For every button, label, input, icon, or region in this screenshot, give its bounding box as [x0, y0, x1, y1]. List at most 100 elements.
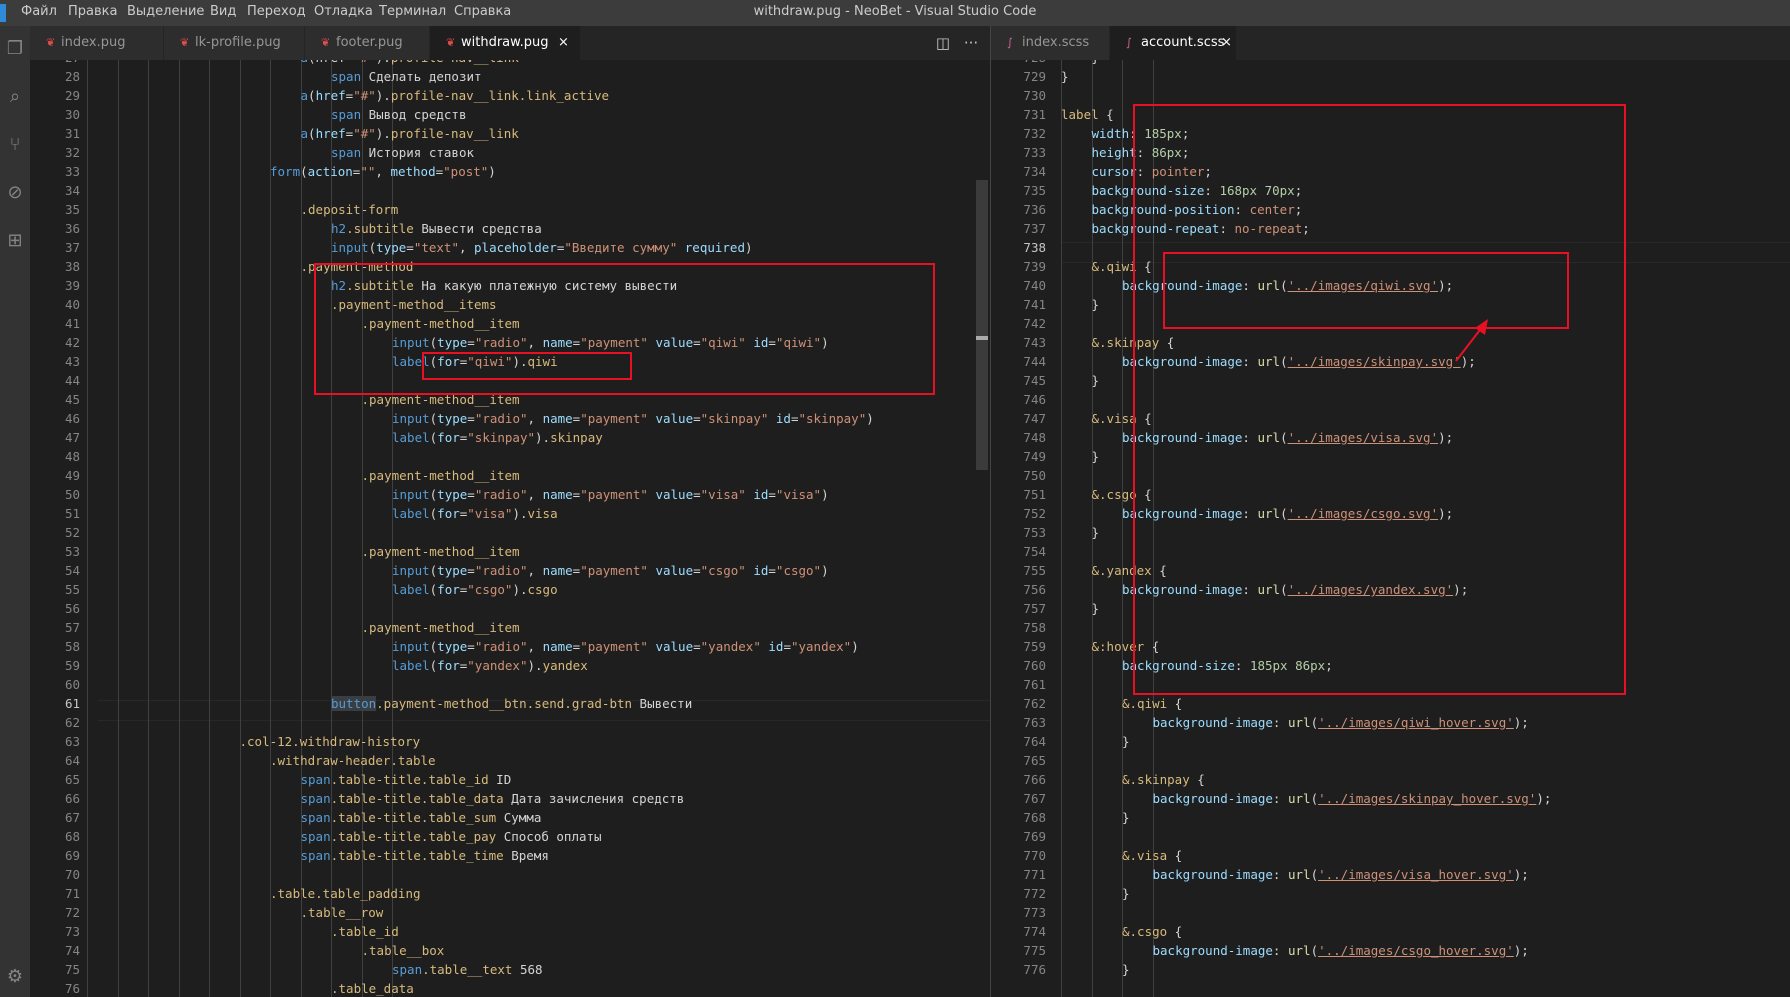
line-number: 737	[1023, 221, 1046, 236]
line-number: 771	[1023, 867, 1046, 882]
line-number-gutter: 27 28 29 30 31 32 33 34 35 36 37 38 39 40 41 42 43 44 45 46…	[30, 60, 80, 997]
code-token: )	[821, 563, 829, 578]
code-token: id	[768, 639, 784, 654]
code-token: :	[1272, 791, 1288, 806]
line-number: 738	[1023, 240, 1046, 255]
code-line: span Вывод средств	[331, 105, 466, 124]
pug-file-icon: ❦	[46, 36, 56, 49]
code-token: =	[467, 487, 475, 502]
menu-edit[interactable]: Правка	[68, 4, 117, 19]
tab-index-scss[interactable]: ∫ index.scss	[991, 26, 1109, 60]
files-icon[interactable]: ❐	[4, 38, 26, 60]
search-icon[interactable]: ⌕	[4, 86, 26, 108]
code-line: &.visa {	[1122, 846, 1182, 865]
menu-file[interactable]: Файл	[21, 4, 57, 19]
code-token: action	[307, 164, 353, 179]
code-line: }	[1092, 295, 1100, 314]
code-line: label(for="csgo").csgo	[392, 580, 558, 599]
close-icon[interactable]: ×	[558, 26, 569, 60]
line-number: 53	[64, 544, 80, 559]
menu-go[interactable]: Переход	[247, 4, 306, 19]
code-line: label(for="yandex").yandex	[392, 656, 588, 675]
code-token: .subtitle	[346, 221, 414, 236]
line-number: 756	[1023, 582, 1046, 597]
line-number: 51	[64, 506, 80, 521]
more-actions-icon[interactable]: ···	[959, 26, 983, 60]
code-token: История ставок	[361, 145, 474, 160]
code-line: input(type="radio", name="payment" value…	[392, 409, 874, 428]
tab-account-scss[interactable]: ∫ account.scss ×	[1110, 26, 1236, 60]
line-number: 48	[64, 449, 80, 464]
code-token: ).	[527, 658, 543, 673]
line-number: 760	[1023, 658, 1046, 673]
code-token: csgo	[527, 582, 558, 597]
line-number: 57	[64, 620, 80, 635]
code-token: &.csgo	[1091, 487, 1137, 502]
split-editor-icon[interactable]: ◫	[931, 26, 955, 60]
code-token: label	[392, 658, 430, 673]
code-token: Время	[503, 848, 549, 863]
code-token: "skinpay"	[798, 411, 867, 426]
code-token: }	[1122, 810, 1130, 825]
menu-view[interactable]: Вид	[210, 4, 236, 19]
code-token: {	[1167, 924, 1183, 939]
extensions-icon[interactable]: ⊞	[4, 230, 26, 252]
code-token: value	[655, 563, 694, 578]
line-number: 730	[1023, 88, 1046, 103]
line-number: 56	[64, 601, 80, 616]
code-token: id	[753, 487, 769, 502]
line-number: 757	[1023, 601, 1046, 616]
code-line: .payment-method__item	[362, 466, 520, 485]
code-token: ID	[488, 772, 512, 787]
code-token: &.skinpay	[1122, 772, 1190, 787]
right-editor-scss[interactable]: 728 729 730 731 732 733 734 735 736 737 738 739 740 7…	[991, 60, 1790, 997]
code-line: h2.subtitle Вывести средства	[331, 219, 542, 238]
code-token: Вывести	[632, 696, 693, 711]
line-number: 745	[1023, 373, 1046, 388]
tab-footer-pug[interactable]: ❦ footer.pug	[305, 26, 429, 60]
menu-selection[interactable]: Выделение	[127, 4, 204, 19]
line-number: 34	[64, 183, 80, 198]
line-number: 33	[64, 164, 80, 179]
source-control-icon[interactable]: ⑂	[4, 134, 26, 156]
code-token: .col-12.withdraw-history	[239, 734, 421, 749]
debug-icon[interactable]: ⊘	[4, 182, 26, 204]
code-token: "skinpay"	[700, 411, 769, 426]
code-token: "radio"	[474, 639, 528, 654]
indent-guide	[1061, 60, 1062, 997]
code-token: span	[300, 848, 331, 863]
menu-help[interactable]: Справка	[454, 4, 511, 19]
code-token: profile-nav__link.link_active	[390, 88, 610, 103]
tab-lk-profile-pug[interactable]: ❦ lk-profile.pug	[164, 26, 304, 60]
code-line: }	[1122, 808, 1130, 827]
code-token: "payment"	[580, 487, 648, 502]
menu-bar: Файл Правка Выделение Вид Переход Отладк…	[0, 0, 1790, 26]
line-number: 49	[64, 468, 80, 483]
line-number: 75	[64, 962, 80, 977]
code-token: }	[1092, 60, 1100, 65]
line-number: 76	[64, 981, 80, 996]
code-token: href	[315, 126, 346, 141]
code-token: =	[790, 411, 799, 426]
menu-debug[interactable]: Отладка	[314, 4, 373, 19]
tab-index-pug[interactable]: ❦ index.pug	[30, 26, 163, 60]
line-number: 747	[1023, 411, 1046, 426]
left-editor-pug[interactable]: 27 28 29 30 31 32 33 34 35 36 37 38 39 40 41 42 43 44 45 46…	[30, 60, 990, 997]
code-token: label	[392, 582, 430, 597]
code-token: "payment"	[580, 411, 648, 426]
code-token: .payment-method__item	[361, 544, 520, 559]
code-token: "csgo"	[775, 563, 822, 578]
code-token: =	[693, 411, 701, 426]
menu-terminal[interactable]: Терминал	[379, 4, 446, 19]
gear-icon[interactable]: ⚙	[4, 966, 26, 988]
scrollbar-thumb[interactable]	[976, 180, 988, 470]
close-icon[interactable]: ×	[1221, 26, 1232, 60]
right-tab-bar: ∫ index.scss ∫ account.scss ×	[991, 26, 1790, 60]
code-token: span	[300, 772, 331, 787]
tab-withdraw-pug[interactable]: ❦ withdraw.pug ×	[430, 26, 580, 60]
code-line: .table_data	[331, 979, 414, 997]
tab-label: footer.pug	[336, 35, 403, 50]
code-token: }	[1091, 601, 1100, 616]
scss-file-icon: ∫	[1126, 36, 1132, 49]
